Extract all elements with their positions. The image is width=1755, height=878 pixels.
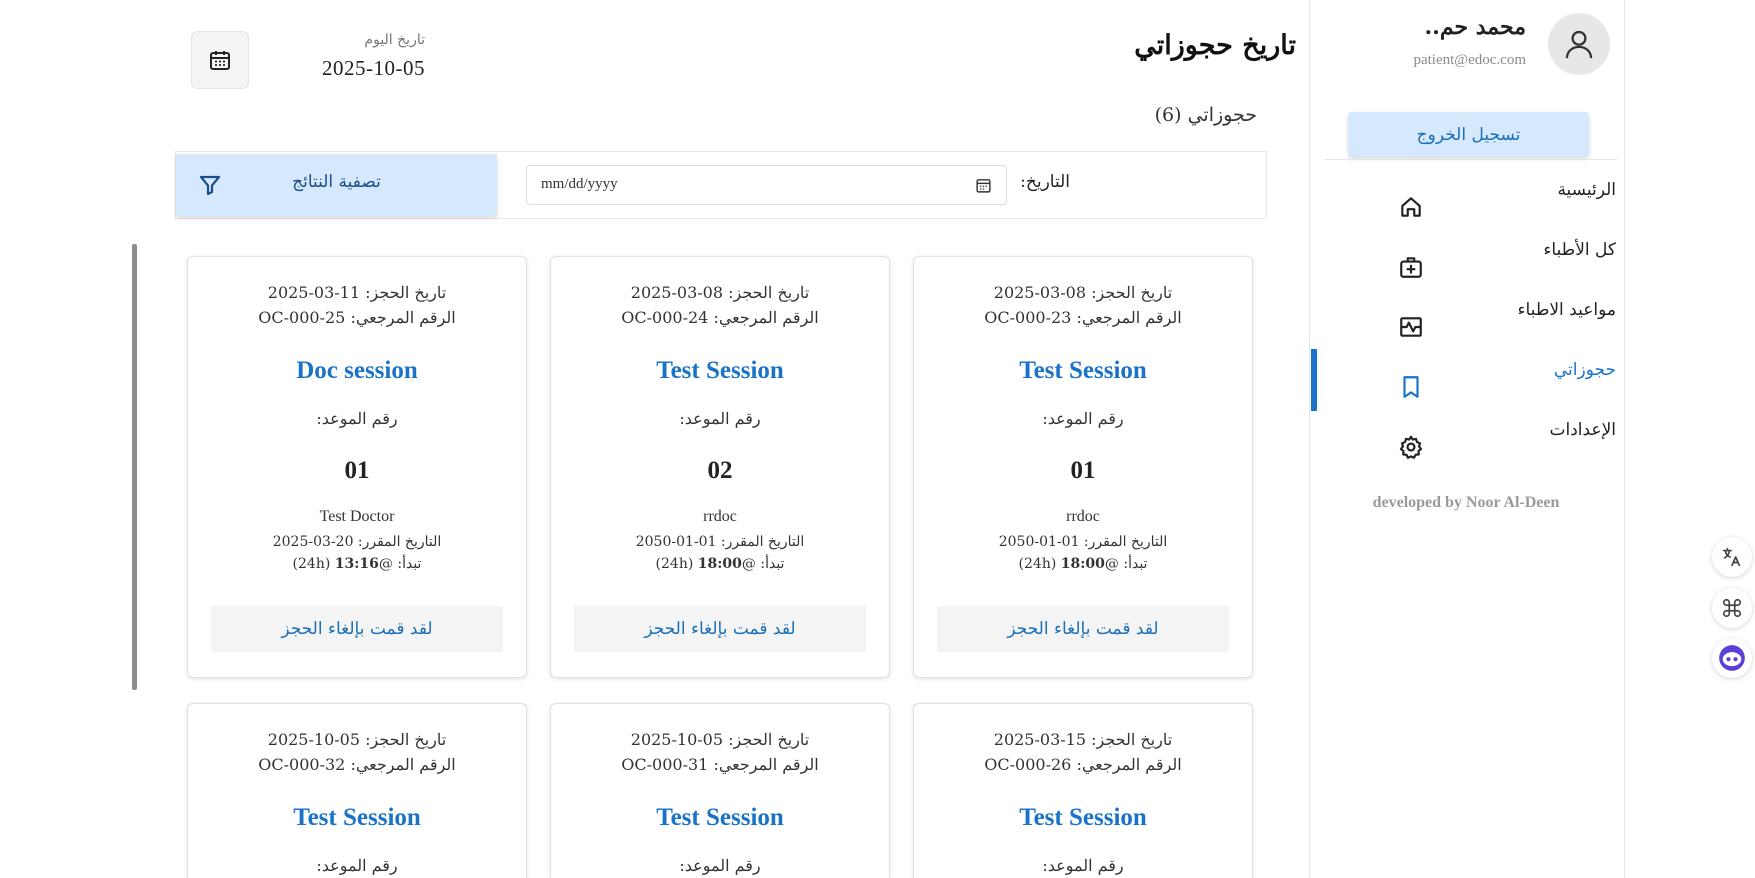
date-input-placeholder: mm/dd/yyyy <box>541 176 618 192</box>
medical-bag-icon <box>1400 257 1422 278</box>
booking-card: تاريخ الحجز: 05-10-2025 الرقم المرجعي: O… <box>187 703 527 878</box>
logout-button[interactable]: تسجيل الخروج <box>1348 112 1589 157</box>
booking-date: تاريخ الحجز: 05-10-2025 <box>267 730 447 749</box>
start-time: تبدأ: @13:16 (24h) <box>292 556 422 572</box>
booking-card: تاريخ الحجز: 08-03-2025 الرقم المرجعي: O… <box>550 256 890 678</box>
sidebar-item-label: مواعيد الاطباء <box>1517 300 1616 320</box>
sidebar-divider <box>1325 159 1617 160</box>
filter-icon <box>199 175 221 196</box>
calendar-button[interactable] <box>191 31 249 89</box>
sidebar-item-label: الإعدادات <box>1549 420 1616 440</box>
today-label: تاريخ اليوم <box>364 32 425 48</box>
cancelled-booking-button[interactable]: لقد قمت بإلغاء الحجز <box>574 606 866 652</box>
bookings-count: حجوزاتي (6) <box>1154 104 1257 126</box>
user-email: patient@edoc.com <box>1413 52 1526 68</box>
sidebar-item-home[interactable]: الرئيسية <box>1310 174 1622 232</box>
booking-reference: الرقم المرجعي: OC-000-26 <box>984 755 1182 774</box>
home-icon <box>1401 197 1421 217</box>
booking-reference: الرقم المرجعي: OC-000-32 <box>258 755 456 774</box>
session-title: Test Session <box>293 804 421 831</box>
page-title: تاريخ حجوزاتي <box>1134 30 1296 61</box>
doctor-name: rrdoc <box>1066 508 1100 525</box>
booking-date: تاريخ الحجز: 15-03-2025 <box>993 730 1173 749</box>
booking-date: تاريخ الحجز: 11-03-2025 <box>267 283 447 302</box>
session-title: Test Session <box>656 804 784 831</box>
user-name: محمد حم.. <box>1424 14 1526 40</box>
gear-icon <box>1399 435 1423 459</box>
today-date: 2025-10-05 <box>322 56 425 80</box>
content-scrollbar[interactable] <box>132 244 137 690</box>
sidebar-item-settings[interactable]: الإعدادات <box>1310 414 1622 472</box>
sidebar-item-schedule[interactable]: مواعيد الاطباء <box>1310 294 1622 352</box>
cancelled-booking-button[interactable]: لقد قمت بإلغاء الحجز <box>937 606 1229 652</box>
sidebar-item-bookings[interactable]: حجوزاتي <box>1310 354 1622 412</box>
filter-button-label: تصفية النتائج <box>292 172 381 192</box>
booking-date: تاريخ الحجز: 05-10-2025 <box>630 730 810 749</box>
appointment-number: 01 <box>1070 457 1096 484</box>
booking-date: تاريخ الحجز: 08-03-2025 <box>630 283 810 302</box>
sidebar-item-label: الرئيسية <box>1557 180 1616 200</box>
cancelled-booking-button[interactable]: لقد قمت بإلغاء الحجز <box>211 606 503 652</box>
booking-card: تاريخ الحجز: 11-03-2025 الرقم المرجعي: O… <box>187 256 527 678</box>
user-icon <box>1565 30 1593 59</box>
calendar-icon <box>210 51 230 70</box>
booking-reference: الرقم المرجعي: OC-000-25 <box>258 308 456 327</box>
filter-results-button[interactable]: تصفية النتائج <box>176 154 497 216</box>
sidebar-item-label: حجوزاتي <box>1553 360 1616 380</box>
booking-card: تاريخ الحجز: 05-10-2025 الرقم المرجعي: O… <box>550 703 890 878</box>
command-icon <box>1722 598 1742 618</box>
session-title: Test Session <box>656 357 784 384</box>
appointment-number-label: رقم الموعد: <box>316 856 398 875</box>
bookmark-icon <box>1403 376 1419 398</box>
schedule-icon <box>1400 317 1422 337</box>
assistant-widget[interactable] <box>1712 638 1752 678</box>
date-picker-icon[interactable] <box>975 177 992 194</box>
booking-reference: الرقم المرجعي: OC-000-31 <box>621 755 819 774</box>
start-time: تبدأ: @18:00 (24h) <box>655 556 785 572</box>
doctor-name: rrdoc <box>703 508 737 525</box>
date-filter-input[interactable]: mm/dd/yyyy <box>526 165 1007 205</box>
doctor-name: Test Doctor <box>319 508 395 525</box>
appointment-number-label: رقم الموعد: <box>679 856 761 875</box>
translate-widget[interactable] <box>1712 537 1752 577</box>
command-widget[interactable] <box>1712 588 1752 628</box>
start-time: تبدأ: @18:00 (24h) <box>1018 556 1148 572</box>
appointment-number-label: رقم الموعد: <box>316 409 398 428</box>
developer-credit: developed by Noor Al-Deen <box>1372 494 1560 511</box>
booking-card: تاريخ الحجز: 08-03-2025 الرقم المرجعي: O… <box>913 256 1253 678</box>
assistant-icon <box>1719 645 1745 671</box>
date-filter-label: التاريخ: <box>1020 172 1070 192</box>
appointment-number: 02 <box>707 457 733 484</box>
session-title: Test Session <box>1019 804 1147 831</box>
sidebar-item-label: كل الأطباء <box>1543 240 1616 260</box>
appointment-number-label: رقم الموعد: <box>1042 856 1124 875</box>
appointment-number-label: رقم الموعد: <box>1042 409 1124 428</box>
scheduled-date: التاريخ المقرر: 20-03-2025 <box>272 534 442 550</box>
booking-reference: الرقم المرجعي: OC-000-23 <box>984 308 1182 327</box>
scheduled-date: التاريخ المقرر: 01-01-2050 <box>635 534 805 550</box>
booking-date: تاريخ الحجز: 08-03-2025 <box>993 283 1173 302</box>
avatar[interactable] <box>1548 13 1610 75</box>
session-title: Test Session <box>1019 357 1147 384</box>
appointment-number: 01 <box>344 457 370 484</box>
scheduled-date: التاريخ المقرر: 01-01-2050 <box>998 534 1168 550</box>
booking-reference: الرقم المرجعي: OC-000-24 <box>621 308 819 327</box>
translate-icon <box>1722 547 1741 567</box>
appointment-number-label: رقم الموعد: <box>679 409 761 428</box>
booking-card: تاريخ الحجز: 15-03-2025 الرقم المرجعي: O… <box>913 703 1253 878</box>
session-title: Doc session <box>296 357 418 384</box>
sidebar-item-doctors[interactable]: كل الأطباء <box>1310 234 1622 292</box>
